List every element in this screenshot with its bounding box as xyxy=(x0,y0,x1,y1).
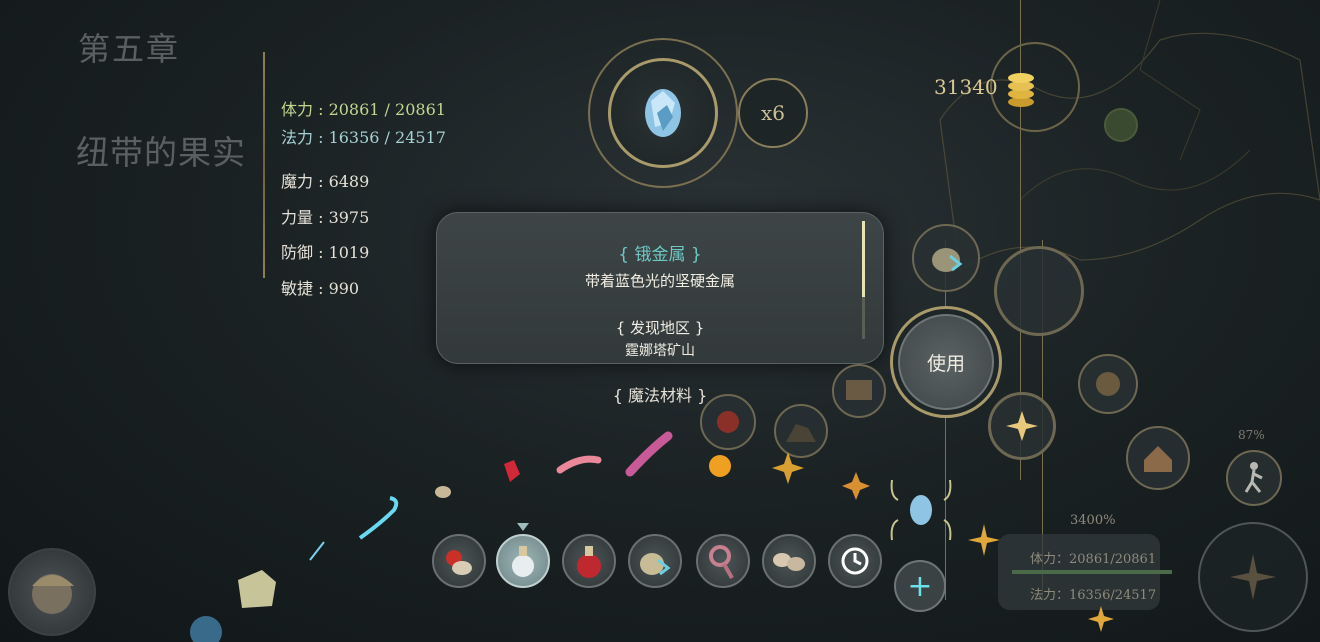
sack-icon xyxy=(640,553,671,576)
map-marker-icon[interactable] xyxy=(1104,108,1138,142)
hotbar-slot-2[interactable] xyxy=(496,534,550,588)
hotbar-slot-6[interactable] xyxy=(762,534,816,588)
item-name: { 锇金属 } xyxy=(618,245,702,265)
bag-button[interactable] xyxy=(912,224,980,292)
quest-title: 纽带的果实 xyxy=(76,133,246,172)
hotbar-slot-1[interactable] xyxy=(432,534,486,588)
joystick[interactable] xyxy=(1198,522,1308,632)
status-mp: 法力：16356/24517 xyxy=(1030,588,1157,603)
sparkle-icon xyxy=(1006,411,1038,441)
stats-divider xyxy=(263,52,265,278)
stat-mp: 法力 : 16356 / 24517 xyxy=(281,128,446,147)
hook-item xyxy=(358,496,399,540)
food-bundle-icon xyxy=(446,550,472,575)
stat-strength: 力量 : 3975 xyxy=(281,208,370,227)
flask-icon xyxy=(512,546,534,577)
tooltip-scrollbar[interactable] xyxy=(862,221,865,297)
status-hp: 体力：20861/20861 xyxy=(1030,552,1157,567)
hotbar-slot-3[interactable] xyxy=(562,534,616,588)
house-icon xyxy=(1144,446,1172,472)
stat-agility: 敏捷 : 990 xyxy=(281,279,360,298)
stat-hp: 体力 : 20861 / 20861 xyxy=(281,100,446,119)
use-button[interactable]: 使用 xyxy=(898,314,994,410)
gold-star-item xyxy=(842,472,870,500)
needle-item xyxy=(309,541,325,561)
add-button[interactable]: + xyxy=(894,560,946,612)
joystick-star-icon xyxy=(1230,554,1276,600)
small-percent: 87% xyxy=(1238,428,1265,442)
crystal-ore-item[interactable] xyxy=(888,476,954,544)
ui-line xyxy=(945,240,946,600)
stat-defense: 防御 : 1019 xyxy=(281,243,370,262)
gold-star-item xyxy=(772,452,804,484)
running-figure-icon xyxy=(1244,462,1263,493)
gold-star-item xyxy=(1088,606,1114,632)
pebble-item xyxy=(435,486,451,498)
clock-icon xyxy=(841,547,869,575)
selected-item-slot xyxy=(608,58,718,168)
blue-orb-item xyxy=(190,616,222,642)
red-potion-icon xyxy=(577,546,601,578)
status-hp-bar xyxy=(1012,570,1172,574)
hotbar-slot-7[interactable] xyxy=(828,534,882,588)
item-count: x6 xyxy=(738,78,808,148)
bag-icon xyxy=(932,248,963,272)
staff-icon xyxy=(709,545,734,579)
skill-button[interactable] xyxy=(988,392,1056,460)
empty-slot-button[interactable] xyxy=(994,246,1084,336)
red-gem-item xyxy=(504,460,520,482)
gold-amount: 31340 xyxy=(934,75,998,99)
compass-icon xyxy=(1096,372,1120,396)
item-description: 带着蓝色光的坚硬金属 xyxy=(584,272,735,290)
book-icon xyxy=(846,380,872,400)
region-name: 霆娜塔矿山 xyxy=(625,343,695,359)
run-button[interactable] xyxy=(1226,450,1282,506)
book-button[interactable] xyxy=(832,364,886,418)
mushrooms-icon xyxy=(773,553,805,571)
item-arc xyxy=(309,431,870,561)
stone-tablet-item xyxy=(238,570,276,608)
gold-star-item xyxy=(968,524,1000,556)
pink-feather-item xyxy=(625,431,673,477)
chapter-title: 第五章 xyxy=(78,30,181,68)
fire-orb-item xyxy=(709,455,731,477)
hotbar-slot-5[interactable] xyxy=(696,534,750,588)
item-category: { 魔法材料 } xyxy=(612,386,708,405)
hotbar-slot-4[interactable] xyxy=(628,534,682,588)
selected-slot-marker xyxy=(517,523,529,531)
house-button[interactable] xyxy=(1126,426,1190,490)
region-heading: { 发现地区 } xyxy=(615,319,705,337)
item-tooltip: { 锇金属 } 带着蓝色光的坚硬金属 { 发现地区 } 霆娜塔矿山 xyxy=(436,212,884,364)
gold-coins-icon xyxy=(1008,73,1034,107)
stat-magic: 魔力 : 6489 xyxy=(281,172,370,191)
blue-crystal-ore-icon xyxy=(645,89,681,137)
compass-button[interactable] xyxy=(1078,354,1138,414)
status-percent: 3400% xyxy=(1070,513,1116,528)
character-avatar[interactable] xyxy=(8,548,96,636)
pink-worm-item xyxy=(556,455,602,474)
character-portrait-icon xyxy=(32,574,74,614)
